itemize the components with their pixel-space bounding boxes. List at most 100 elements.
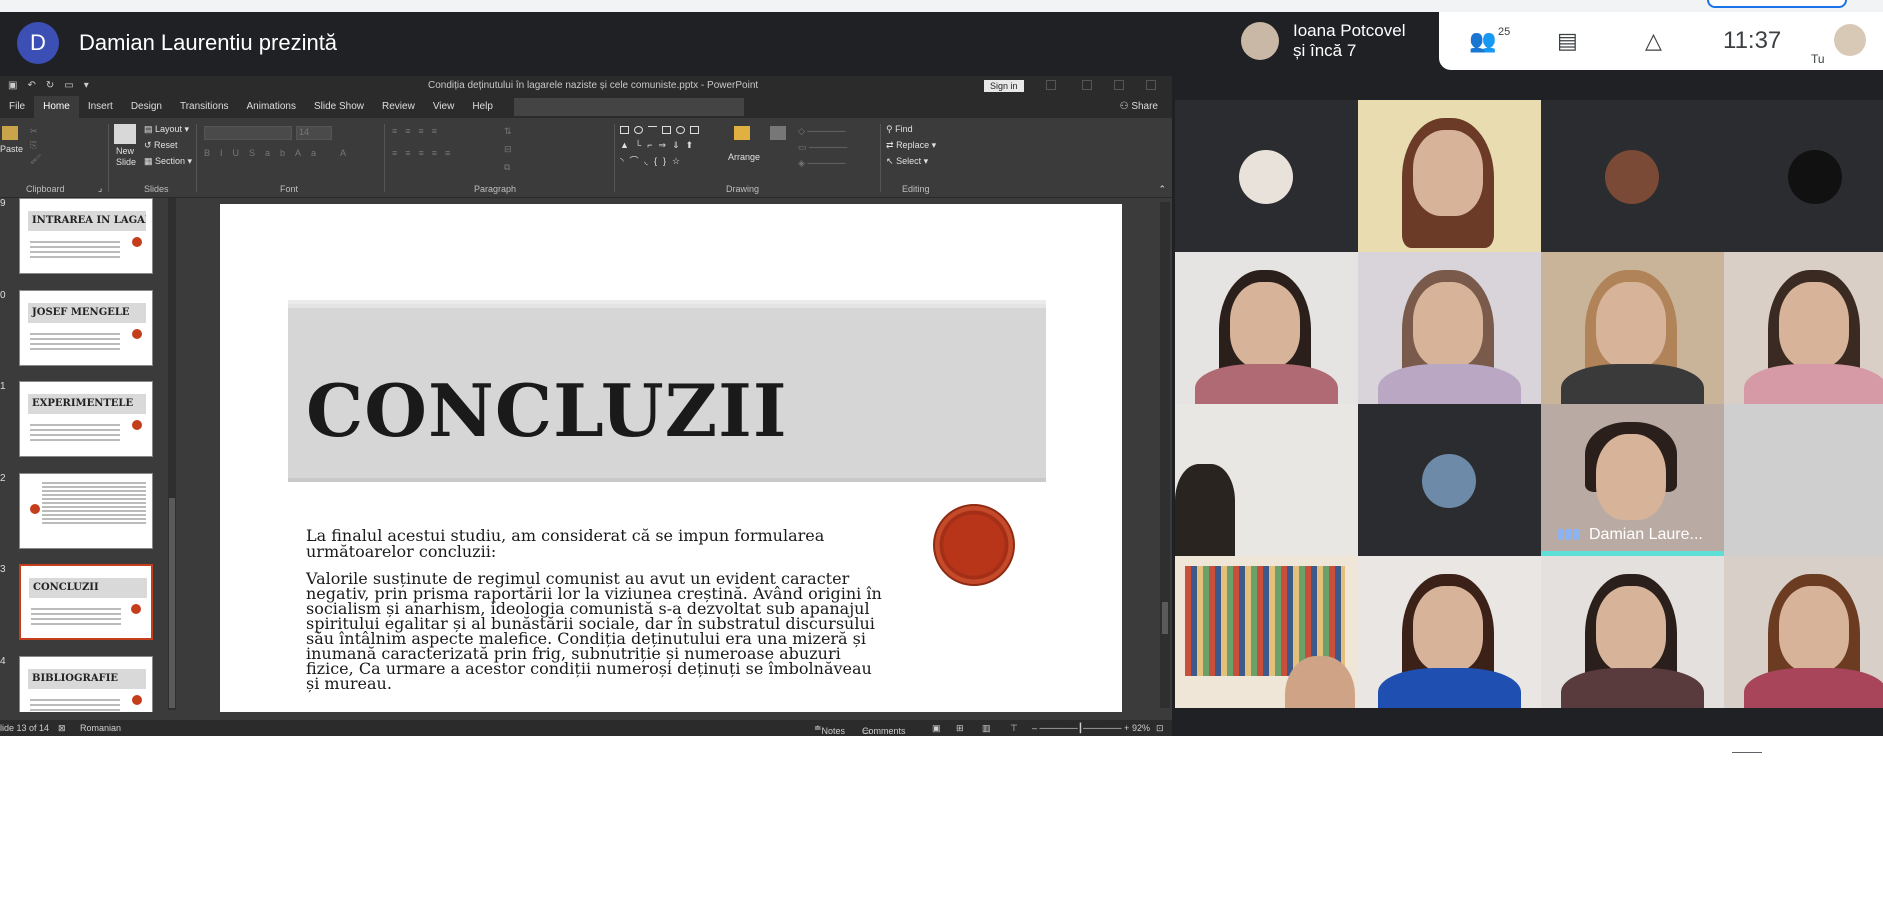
shape-rounded-icon[interactable] bbox=[690, 126, 699, 134]
shape-arrows-row[interactable]: ▲└⌐⇒⇓⬆ bbox=[620, 140, 699, 151]
paragraph-buttons[interactable]: ≡≡≡≡ bbox=[392, 126, 445, 136]
slide-sorter-icon[interactable]: ⊞ bbox=[956, 723, 964, 734]
thumbnails-scroll-thumb[interactable] bbox=[169, 498, 175, 708]
activities-icon[interactable]: △ bbox=[1645, 28, 1662, 54]
video-tile[interactable] bbox=[1724, 556, 1883, 708]
video-tile[interactable] bbox=[1175, 404, 1358, 556]
collapse-ribbon-icon[interactable]: ⌃ bbox=[1158, 184, 1166, 195]
video-tile[interactable] bbox=[1724, 100, 1883, 252]
slide-intro-text[interactable]: La finalul acestui studiu, am considerat… bbox=[306, 528, 866, 560]
share-button[interactable]: ⚇ Share bbox=[1120, 96, 1158, 118]
paste-label[interactable]: Paste bbox=[0, 144, 23, 154]
arrange-icon[interactable] bbox=[734, 126, 750, 140]
redo-icon[interactable]: ↻ bbox=[46, 80, 54, 91]
smartart-icon[interactable]: ⧉ bbox=[504, 162, 510, 173]
tab-help[interactable]: Help bbox=[463, 96, 502, 118]
top-pill-button[interactable] bbox=[1707, 0, 1847, 8]
video-tile[interactable] bbox=[1175, 100, 1358, 252]
new-slide-button[interactable]: New Slide bbox=[116, 146, 144, 168]
shape-fill-button[interactable]: ◇ ────── bbox=[798, 126, 846, 137]
video-tile[interactable] bbox=[1358, 252, 1541, 404]
font-format-buttons[interactable]: BIUSabAa bbox=[204, 148, 326, 158]
zoom-slider[interactable]: – ──────┃────── + bbox=[1032, 723, 1129, 734]
new-slide-icon[interactable] bbox=[114, 124, 136, 144]
select-button[interactable]: ↖ Select ▾ bbox=[886, 156, 928, 167]
slide-thumbnail-10[interactable]: JOSEF MENGELE bbox=[19, 290, 153, 366]
fit-slide-icon[interactable]: ⊡ bbox=[1156, 723, 1164, 734]
video-tile[interactable] bbox=[1358, 404, 1541, 556]
language-indicator[interactable]: Romanian bbox=[80, 723, 121, 733]
thumbnails-scrollbar[interactable] bbox=[168, 198, 176, 710]
video-tile[interactable] bbox=[1724, 404, 1883, 556]
tab-view[interactable]: View bbox=[424, 96, 464, 118]
font-size-box[interactable]: 14 bbox=[296, 126, 332, 140]
notes-button[interactable]: ≐ Notes bbox=[814, 723, 845, 736]
video-tile-speaking[interactable]: ▮▮▮ Damian Laure... bbox=[1541, 404, 1724, 556]
shape-circle-icon[interactable] bbox=[676, 126, 685, 134]
shape-outline-button[interactable]: ▭ ────── bbox=[798, 142, 847, 153]
people-icon[interactable]: 👥 bbox=[1469, 28, 1496, 54]
layout-button[interactable]: ▤ Layout ▾ bbox=[144, 124, 189, 135]
format-painter-icon[interactable]: 🖌 bbox=[30, 154, 41, 165]
cut-icon[interactable]: ✂ bbox=[30, 126, 38, 137]
video-tile[interactable] bbox=[1724, 252, 1883, 404]
text-direction-icon[interactable]: ⇅ bbox=[504, 126, 512, 137]
shape-rectangle-icon[interactable] bbox=[620, 126, 629, 134]
slide-scroll-thumb[interactable] bbox=[1162, 602, 1168, 634]
slide-scrollbar[interactable] bbox=[1160, 202, 1170, 708]
slide-thumbnail-9[interactable]: INTRAREA IN LAGAR bbox=[19, 198, 153, 274]
customize-icon[interactable]: ▾ bbox=[84, 80, 89, 91]
slideshow-view-icon[interactable]: ⊤ bbox=[1010, 723, 1018, 734]
find-button[interactable]: ⚲ Find bbox=[886, 124, 913, 135]
self-avatar[interactable] bbox=[1834, 24, 1866, 56]
sign-in-button[interactable]: Sign in bbox=[984, 80, 1024, 92]
shape-effects-button[interactable]: ◈ ────── bbox=[798, 158, 846, 169]
shape-oval-icon[interactable] bbox=[634, 126, 643, 134]
quick-styles-icon[interactable] bbox=[770, 126, 786, 140]
participants-chip[interactable]: Ioana Potcovel și încă 7 bbox=[1233, 12, 1439, 70]
video-tile[interactable] bbox=[1175, 556, 1358, 708]
tab-file[interactable]: File bbox=[0, 96, 34, 118]
reading-view-icon[interactable]: ▥ bbox=[982, 723, 991, 734]
slide-thumbnail-14[interactable]: BIBLIOGRAFIE bbox=[19, 656, 153, 712]
slide-thumbnail-11[interactable]: EXPERIMENTELE bbox=[19, 381, 153, 457]
ribbon-options-icon[interactable] bbox=[1046, 80, 1056, 90]
maximize-icon[interactable] bbox=[1114, 80, 1124, 90]
undo-icon[interactable]: ↶ bbox=[27, 80, 35, 91]
section-button[interactable]: ▦ Section ▾ bbox=[144, 156, 192, 167]
font-name-box[interactable] bbox=[204, 126, 292, 140]
tab-review[interactable]: Review bbox=[373, 96, 424, 118]
replace-button[interactable]: ⇄ Replace ▾ bbox=[886, 140, 936, 151]
tab-design[interactable]: Design bbox=[122, 96, 171, 118]
align-text-icon[interactable]: ⊟ bbox=[504, 144, 512, 155]
spellcheck-icon[interactable]: ⊠ bbox=[58, 723, 66, 734]
close-icon[interactable] bbox=[1146, 80, 1156, 90]
minimize-icon[interactable] bbox=[1082, 80, 1092, 90]
tab-slide-show[interactable]: Slide Show bbox=[305, 96, 373, 118]
copy-icon[interactable]: ⎘ bbox=[30, 140, 37, 151]
video-tile[interactable] bbox=[1541, 556, 1724, 708]
tab-home[interactable]: Home bbox=[34, 96, 79, 118]
arrange-button[interactable]: Arrange bbox=[728, 152, 760, 162]
slide-thumbnail-12[interactable] bbox=[19, 473, 153, 549]
start-icon[interactable]: ▭ bbox=[64, 80, 73, 91]
tab-animations[interactable]: Animations bbox=[238, 96, 305, 118]
slide-body-text[interactable]: Valorile susținute de regimul comunist a… bbox=[306, 571, 886, 692]
tab-transitions[interactable]: Transitions bbox=[171, 96, 238, 118]
tell-me-search[interactable] bbox=[513, 98, 744, 116]
video-tile[interactable] bbox=[1358, 100, 1541, 252]
slide-heading[interactable]: CONCLUZII bbox=[306, 368, 788, 453]
shape-textbox-icon[interactable] bbox=[662, 126, 671, 134]
paste-icon[interactable] bbox=[2, 126, 18, 140]
video-tile[interactable] bbox=[1358, 556, 1541, 708]
tab-insert[interactable]: Insert bbox=[79, 96, 122, 118]
video-tile[interactable] bbox=[1541, 100, 1724, 252]
current-slide[interactable]: CONCLUZII La finalul acestui studiu, am … bbox=[220, 204, 1122, 712]
chat-icon[interactable]: ▤ bbox=[1557, 28, 1578, 54]
save-icon[interactable]: ▣ bbox=[8, 80, 17, 91]
shape-curves-row[interactable]: ◝⌒◟{}☆ bbox=[620, 154, 686, 167]
video-tile[interactable] bbox=[1541, 252, 1724, 404]
slide-thumbnail-13[interactable]: CONCLUZII bbox=[19, 564, 153, 640]
clipboard-launcher-icon[interactable]: ⌟ bbox=[98, 183, 102, 194]
font-color-icon[interactable]: A bbox=[340, 148, 346, 158]
